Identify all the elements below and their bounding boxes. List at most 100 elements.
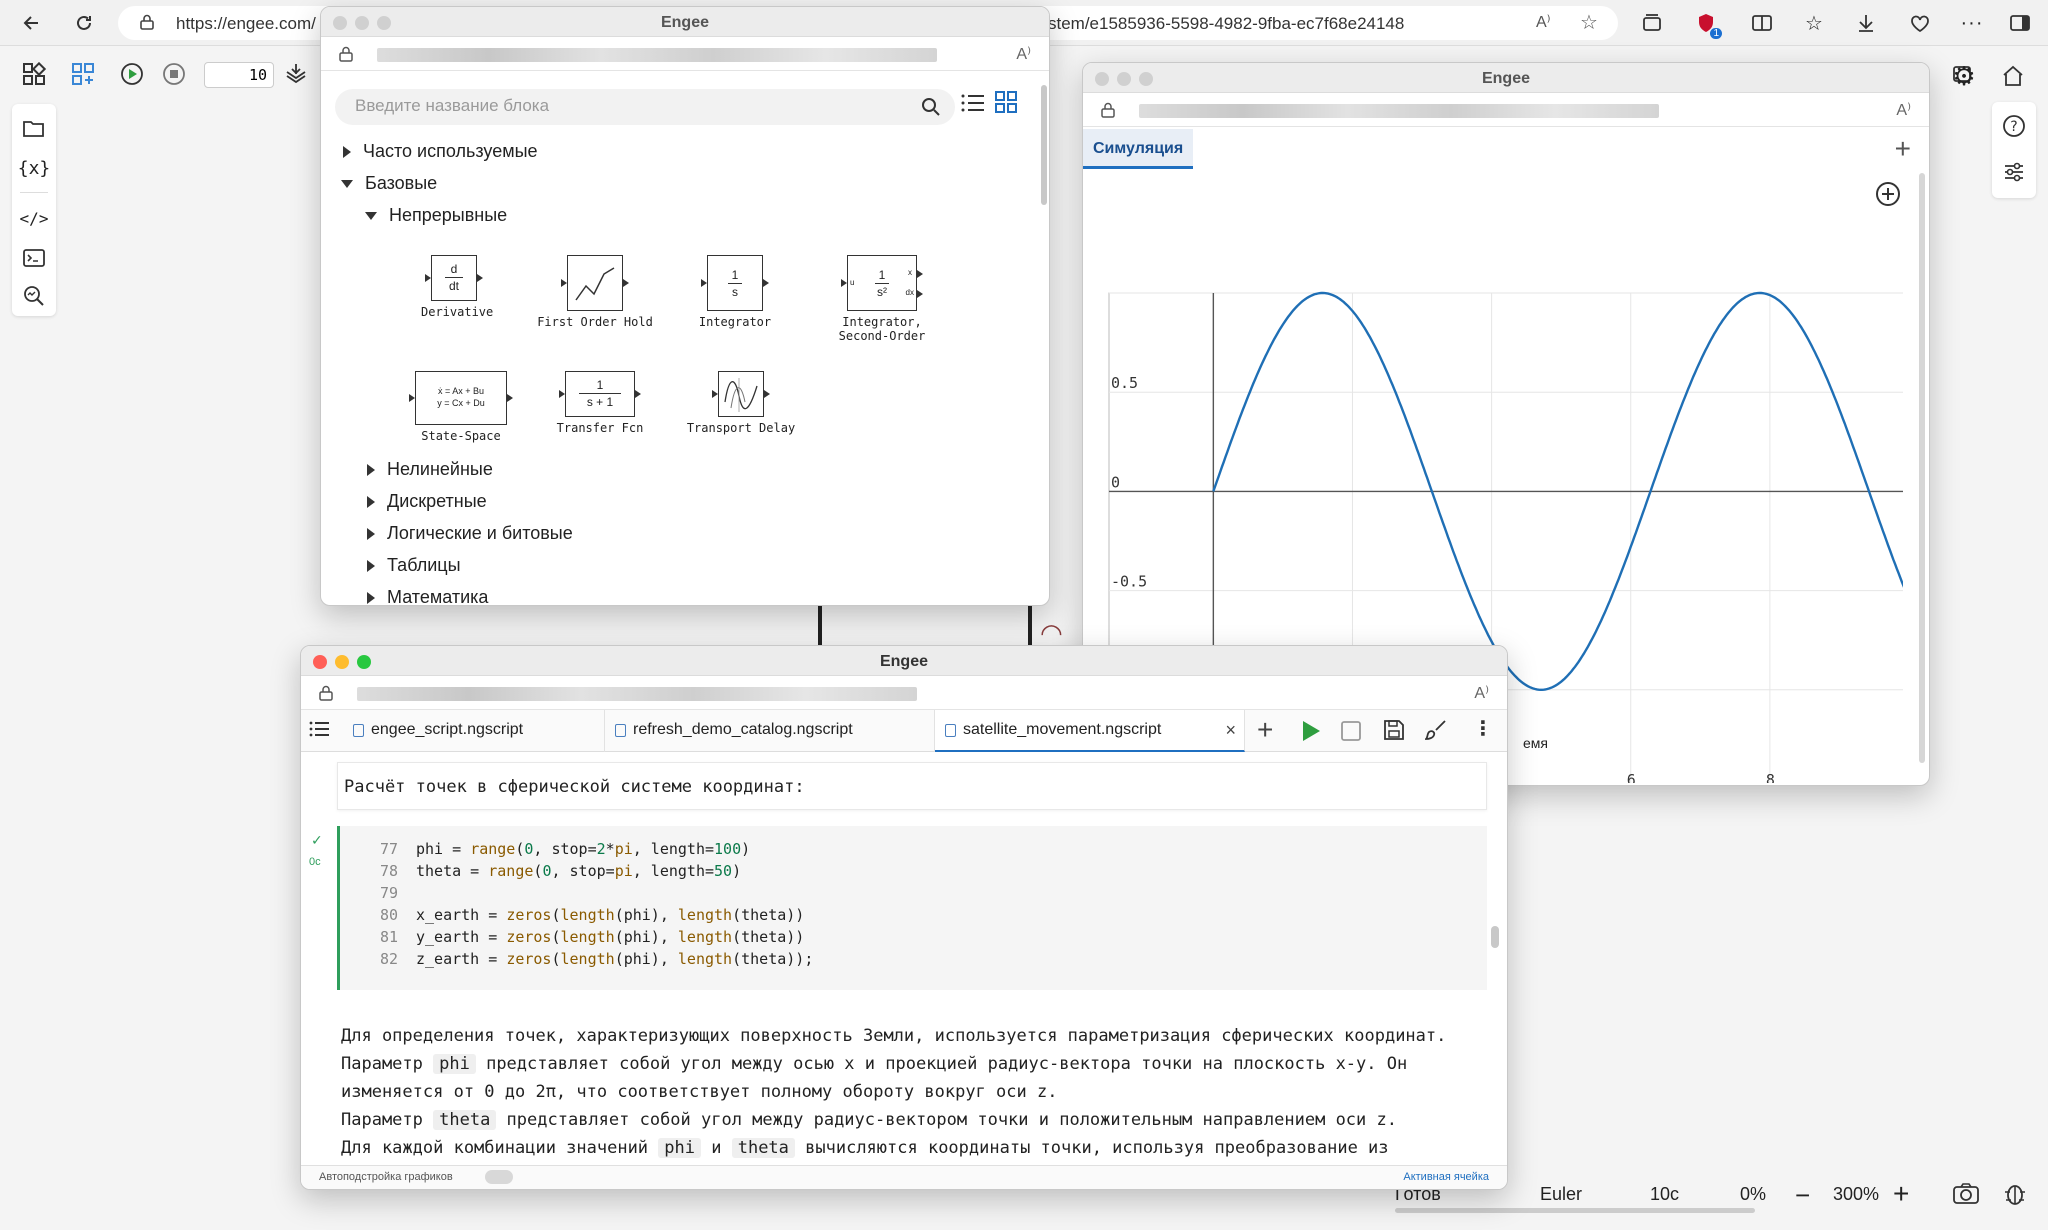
favorites-icon[interactable]: ☆ [1800, 9, 1828, 37]
downloads-icon[interactable] [1852, 9, 1880, 37]
list-view-icon[interactable] [961, 93, 985, 118]
tab-simulation[interactable]: Симуляция [1083, 129, 1194, 169]
camera-icon[interactable] [1953, 1182, 1979, 1209]
read-aloud-icon[interactable]: A⁾ [1896, 100, 1911, 120]
block-state-space[interactable]: ẋ = Ax + Bu y = Cx + Du State-Space [405, 371, 517, 443]
block-integrator-second-order[interactable]: u x dx 1 s² Integrator, Second-Order [817, 255, 947, 343]
extension-shield-icon[interactable]: 1 [1692, 9, 1722, 39]
auto-plot-toggle[interactable] [485, 1170, 513, 1184]
block-library-icon[interactable] [16, 56, 52, 92]
library-scrollbar[interactable] [1041, 85, 1047, 205]
performance-icon[interactable] [1906, 9, 1934, 37]
y-tick-label: 0.5 [1111, 374, 1138, 392]
category-continuous[interactable]: Непрерывные [365, 205, 507, 226]
save-icon[interactable] [1383, 719, 1405, 746]
window-title: Engee [1481, 70, 1530, 87]
read-aloud-icon[interactable]: A⁾ [1016, 44, 1031, 64]
category-nonlinear[interactable]: Нелинейные [367, 459, 493, 480]
category-logic[interactable]: Логические и битовые [367, 523, 573, 544]
category-math[interactable]: Математика [367, 587, 488, 605]
data-inspector-icon[interactable] [16, 278, 52, 314]
right-tool-rail: ? [1992, 102, 2036, 198]
grid-view-icon[interactable] [995, 91, 1017, 118]
editor-scrollbar[interactable] [1491, 926, 1499, 948]
tab-engee-script[interactable]: engee_script.ngscript [343, 710, 605, 752]
collections-icon[interactable] [1638, 9, 1666, 37]
home-icon[interactable] [1995, 58, 2031, 94]
run-simulation-button[interactable] [114, 56, 150, 92]
read-aloud-icon[interactable]: A⁾ [1536, 12, 1551, 32]
stop-simulation-button[interactable] [156, 56, 192, 92]
tab-refresh-demo-catalog[interactable]: refresh_demo_catalog.ngscript [605, 710, 935, 752]
zoom-level: 300% [1833, 1184, 1880, 1204]
category-frequent[interactable]: Часто используемые [343, 141, 538, 162]
block-search-input[interactable] [355, 96, 915, 116]
expand-arrow-icon [367, 495, 375, 508]
reload-icon[interactable] [70, 9, 98, 37]
script-file-icon [615, 724, 626, 737]
cell-success-check-icon: ✓ [311, 832, 323, 848]
svg-text:?: ? [2010, 119, 2017, 135]
more-vertical-icon[interactable]: ⋮ [1473, 716, 1493, 741]
code-editor-icon[interactable]: </> [16, 200, 52, 236]
debug-bug-icon[interactable] [2003, 1180, 2027, 1211]
code-cell[interactable]: 77 phi = range(0, stop=2*pi, length=100) … [337, 826, 1487, 990]
extension-badge: 1 [1710, 28, 1722, 39]
file-browser-icon[interactable] [16, 110, 52, 146]
category-basic[interactable]: Базовые [341, 173, 437, 194]
gear-icon[interactable]: ⚙ [1946, 58, 1982, 94]
block-integrator[interactable]: 1 s Integrator [687, 255, 783, 329]
cell-heading: Расчёт точек в сферической системе коорд… [344, 777, 805, 797]
solver-name: Euler [1540, 1184, 1583, 1204]
add-signal-icon[interactable] [1875, 181, 1901, 212]
left-tool-rail: {x} </> [12, 104, 56, 316]
favorite-star-icon[interactable]: ☆ [1580, 10, 1598, 35]
clear-output-brush-icon[interactable] [1423, 719, 1447, 746]
paragraph-line: Параметр phi представляет собой угол меж… [341, 1054, 1408, 1074]
y-tick-label: 0 [1111, 473, 1120, 491]
expand-arrow-icon [367, 591, 375, 604]
more-options-icon[interactable]: ··· [1958, 9, 1986, 37]
add-plot-tab-button[interactable]: + [1895, 133, 1911, 165]
block-first-order-hold[interactable]: First Order Hold [535, 255, 655, 329]
paragraph-line: Параметр theta представляет собой угол м… [341, 1110, 1397, 1130]
code-line: 77 phi = range(0, stop=2*pi, length=100) [379, 840, 751, 858]
progress-track [1395, 1208, 1755, 1213]
x-tick-label: 8 [1766, 771, 1775, 783]
back-icon[interactable] [18, 9, 46, 37]
category-tables[interactable]: Таблицы [367, 555, 461, 576]
block-derivative[interactable]: d dt Derivative [421, 255, 493, 319]
simulation-steps-input[interactable] [204, 62, 274, 88]
expand-arrow-icon [343, 145, 351, 158]
split-screen-icon[interactable] [1748, 9, 1776, 37]
stop-script-button[interactable] [1341, 721, 1361, 746]
expand-arrow-icon [367, 463, 375, 476]
cell-exec-time: 0с [309, 856, 321, 868]
zoom-out-button[interactable]: − [1795, 1180, 1810, 1211]
properties-sliders-icon[interactable] [1996, 154, 2032, 190]
deploy-icon[interactable] [278, 56, 314, 92]
lock-icon [140, 14, 154, 35]
read-aloud-icon[interactable]: A⁾ [1474, 683, 1489, 703]
command-line-icon[interactable] [16, 240, 52, 276]
outline-list-icon[interactable] [309, 720, 329, 743]
search-icon[interactable] [921, 97, 941, 122]
paragraph-line: Для определения точек, характеризующих п… [341, 1026, 1447, 1046]
block-transport-delay[interactable]: Transport Delay [681, 371, 801, 435]
zoom-in-button[interactable]: + [1893, 1178, 1909, 1210]
category-discrete[interactable]: Дискретные [367, 491, 487, 512]
new-tab-button[interactable]: + [1257, 714, 1273, 746]
block-transfer-fcn[interactable]: 1 s + 1 Transfer Fcn [547, 371, 653, 435]
text-cell[interactable]: Расчёт точек в сферической системе коорд… [337, 762, 1487, 810]
run-script-button[interactable] [1301, 720, 1321, 747]
sidebar-toggle-icon[interactable] [2006, 9, 2034, 37]
plot-scrollbar[interactable] [1919, 173, 1925, 763]
variables-icon[interactable]: {x} [16, 150, 52, 186]
close-tab-icon[interactable]: × [1225, 710, 1236, 750]
help-icon[interactable]: ? [1996, 108, 2032, 144]
url-text-tail: stem/e1585936-5598-4982-9fba-ec7f68e2414… [1048, 14, 1405, 33]
library-titlebar: Engee [321, 7, 1049, 37]
canvas-signal-line [818, 600, 822, 650]
tab-satellite-movement[interactable]: satellite_movement.ngscript × [935, 710, 1245, 752]
add-model-icon[interactable] [66, 56, 102, 92]
